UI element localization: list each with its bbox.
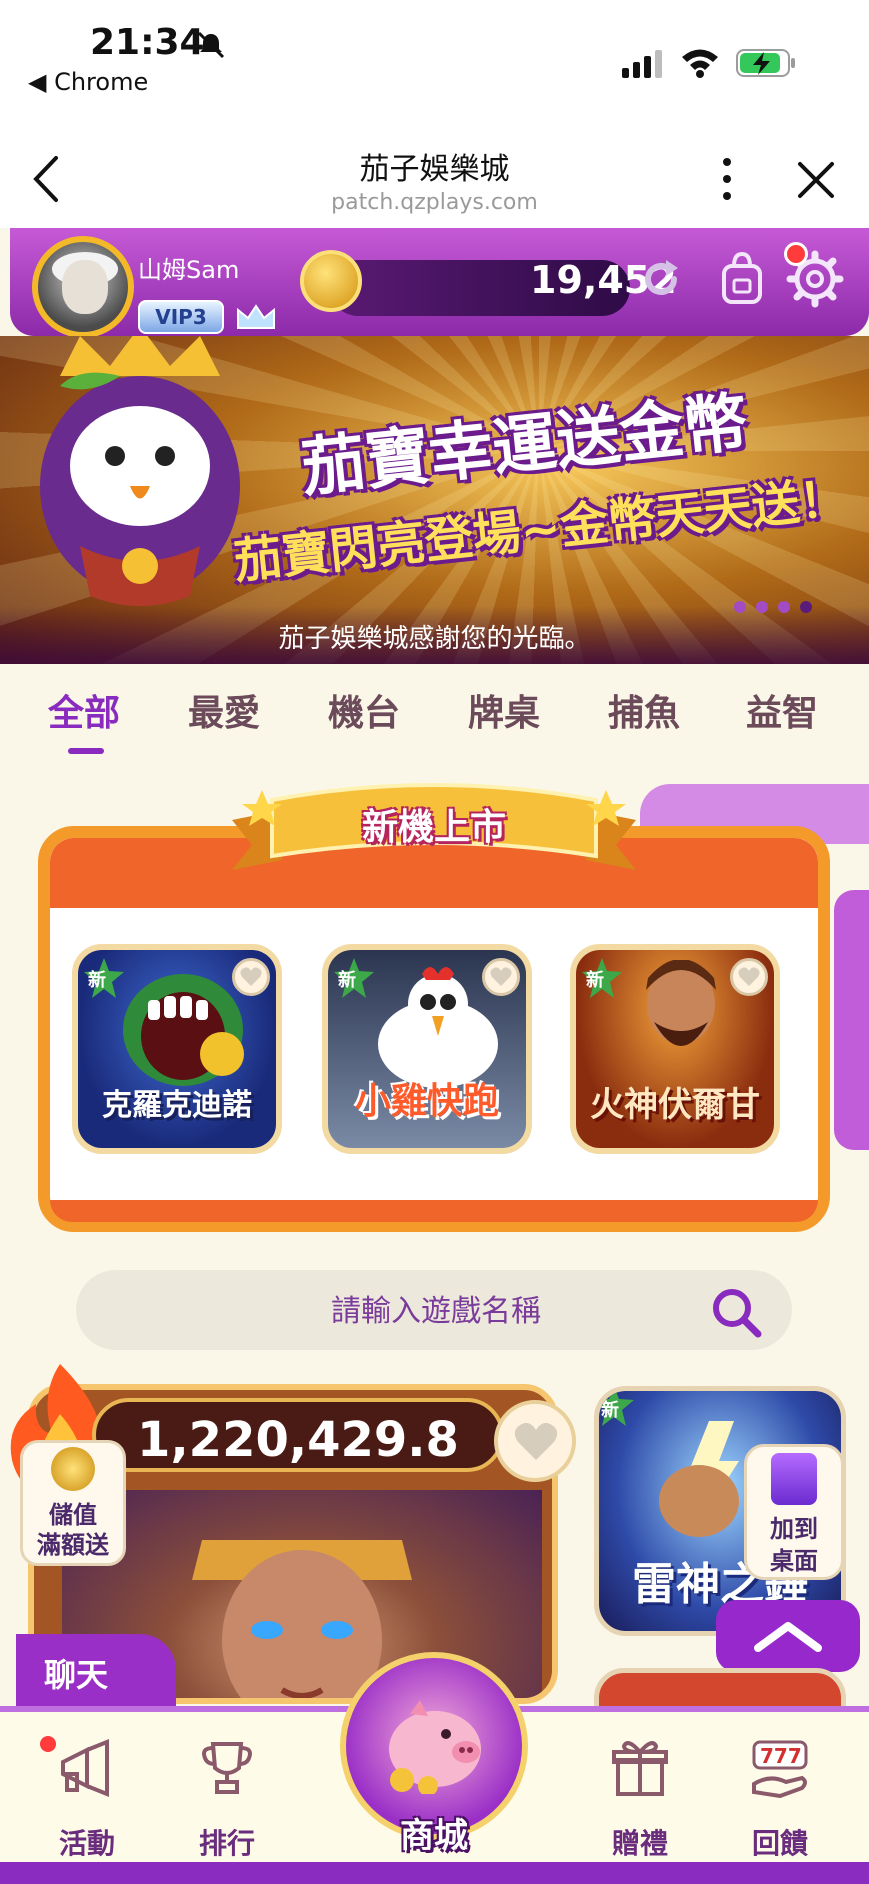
add-to-desktop-label-2: 桌面 [770, 1547, 818, 1575]
bell-slash-icon [197, 31, 225, 59]
deposit-label-2: 滿額送 [37, 1531, 109, 1559]
scroll-to-top-button[interactable] [716, 1600, 860, 1672]
nav-rebate-label: 回饋 [751, 1827, 808, 1860]
page-dot[interactable] [734, 601, 746, 613]
game-tile-vulcan[interactable]: 新 火神伏爾甘 [570, 944, 780, 1154]
svg-text:777: 777 [760, 1744, 802, 1768]
game-tile-chicken-run[interactable]: 新 小雞快跑 [322, 944, 532, 1154]
back-to-chrome[interactable]: ◀ Chrome [28, 68, 148, 96]
tab-all[interactable]: 全部 [24, 684, 144, 736]
add-to-desktop-button[interactable]: 加到 桌面 [744, 1444, 844, 1580]
username: 山姆Sam [138, 256, 240, 284]
piggy-bank-icon [389, 1700, 481, 1794]
gift-icon [612, 1741, 668, 1796]
more-options-icon[interactable] [712, 152, 742, 206]
trophy-icon [202, 1742, 252, 1794]
card-bottom-band [50, 1200, 818, 1222]
vip-badge[interactable]: VIP3 [138, 300, 224, 334]
page-dot-active[interactable] [800, 601, 812, 613]
new-badge-label: 新 [338, 970, 356, 991]
search-input[interactable] [76, 1270, 796, 1352]
browser-header: 茄子娛樂城 patch.qzplays.com [0, 110, 869, 228]
close-icon[interactable] [794, 158, 838, 202]
tab-favorites[interactable]: 最愛 [164, 684, 284, 736]
favorite-icon[interactable] [494, 1400, 576, 1482]
crown-icon [237, 304, 275, 329]
banner-pagination[interactable] [734, 598, 844, 614]
new-machines-title: 新機上市 [361, 807, 506, 848]
tab-puzzle[interactable]: 益智 [722, 684, 842, 736]
search-icon[interactable] [708, 1284, 764, 1340]
bag-icon[interactable] [718, 250, 766, 306]
nav-event-label: 活動 [58, 1827, 115, 1860]
megaphone-icon [61, 1739, 109, 1797]
deposit-bonus-button[interactable]: 儲值 滿額送 [20, 1440, 126, 1566]
crocodile-art [123, 974, 244, 1086]
marquee-text: 茄子娛樂城感謝您的光臨。 [278, 624, 591, 654]
tab-tables[interactable]: 牌桌 [444, 684, 564, 736]
avatar-face [62, 260, 108, 314]
game-tile-crocodino[interactable]: 新 克羅克迪諾 [72, 944, 282, 1154]
wifi-icon [682, 49, 718, 78]
game-title: 火神伏爾甘 [590, 1085, 760, 1125]
new-badge-label: 新 [601, 1400, 619, 1421]
nav-gift-label: 贈禮 [611, 1827, 668, 1860]
nav-rank-label: 排行 [198, 1827, 255, 1860]
coin-icon [51, 1447, 95, 1491]
jackpot-amount: 1,220,429.8 [137, 1412, 459, 1468]
tab-fishing[interactable]: 捕魚 [584, 684, 704, 736]
search-bar [76, 1270, 796, 1352]
game-title: 克羅克迪諾 [102, 1088, 252, 1123]
next-card-peek-side[interactable] [834, 890, 869, 1150]
add-to-desktop-label: 加到 [770, 1515, 818, 1543]
page-dot[interactable] [778, 601, 790, 613]
refresh-icon[interactable] [640, 258, 682, 300]
new-badge-label: 新 [88, 970, 106, 991]
mascot-penguin [40, 336, 240, 606]
game-title: 小雞快跑 [354, 1081, 499, 1122]
promo-banner[interactable]: 茄寶幸運送金幣 茄寶閃亮登場~金幣天天送！ 茄子娛樂城感謝您的光臨。 [0, 336, 869, 664]
status-bar: 21:34 ◀ Chrome [0, 0, 869, 110]
chevron-up-icon [754, 1622, 822, 1652]
phone-icon [771, 1453, 817, 1505]
new-badge-label: 新 [586, 970, 604, 991]
signal-icon [622, 50, 662, 78]
avatar[interactable] [32, 236, 134, 338]
notification-dot [784, 242, 808, 266]
favorite-icon[interactable] [730, 958, 768, 996]
notification-dot [40, 1736, 56, 1752]
tab-underline [68, 748, 104, 754]
favorite-icon[interactable] [482, 958, 520, 996]
status-time: 21:34 [90, 22, 205, 63]
favorite-icon[interactable] [232, 958, 270, 996]
vulcan-art [646, 960, 716, 1046]
bottom-nav-base [0, 1862, 869, 1884]
nav-mall-label: 商城 [400, 1816, 468, 1856]
battery-charging-icon [736, 49, 795, 77]
page-dot[interactable] [756, 601, 768, 613]
category-tabs: 全部 最愛 機台 牌桌 捕魚 益智 [0, 664, 869, 754]
tab-slots[interactable]: 機台 [304, 684, 424, 736]
coin-icon [300, 250, 362, 312]
chat-label: 聊天 [44, 1656, 109, 1694]
slot-777-icon: 777 [752, 1740, 808, 1798]
